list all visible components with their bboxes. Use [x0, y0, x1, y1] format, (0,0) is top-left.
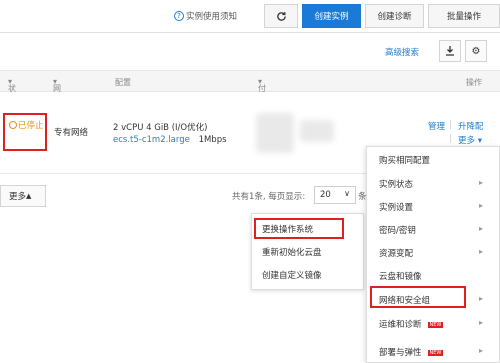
refresh-button[interactable] [264, 4, 298, 28]
export-button[interactable] [439, 40, 461, 62]
config-spec: 2 vCPU 4 GiB (I/O优化) [113, 123, 208, 133]
change-os-highlight [254, 218, 344, 239]
redacted-region [300, 120, 334, 142]
caret-down-icon: ▾ [475, 136, 482, 146]
submenu-item-create-image[interactable]: 创建自定义镜像 [262, 269, 322, 281]
download-icon [446, 46, 454, 56]
usage-guide-label: 实例使用须知 [186, 12, 238, 22]
question-circle-icon: ? [174, 11, 184, 21]
refresh-icon [276, 11, 286, 21]
column-header-config: 配置 [115, 78, 131, 87]
chevron-down-icon: ∨ [344, 189, 350, 198]
chevron-right-icon: ▸ [479, 318, 484, 327]
menu-item-buy-same[interactable]: 购买相同配置 [379, 154, 430, 166]
caret-up-icon: ▲ [26, 192, 32, 200]
batch-more-button[interactable]: 更多 ▲ [0, 185, 46, 207]
bandwidth-value: 1Mbps [198, 135, 227, 145]
menu-item-instance-status[interactable]: 实例状态 [379, 178, 413, 190]
advanced-search-link[interactable]: 高级搜索 [385, 46, 419, 58]
chevron-right-icon: ▸ [479, 224, 484, 233]
chevron-right-icon: ▸ [479, 247, 484, 256]
create-diagnosis-button[interactable]: 创建诊断 [365, 4, 424, 28]
network-security-highlight [370, 286, 466, 308]
new-badge: NEW [427, 350, 444, 356]
action-divider: | [449, 120, 452, 130]
stopped-status-icon [9, 121, 17, 129]
menu-item-instance-settings[interactable]: 实例设置 [379, 201, 413, 213]
pagination-summary: 共有1条, 每页显示: [232, 192, 306, 202]
column-header-status[interactable]: 状态 ▾ [8, 77, 16, 104]
settings-button[interactable]: ⚙ [465, 40, 487, 62]
new-badge: NEW [427, 322, 444, 328]
instance-type-link[interactable]: ecs.t5-c1m2.large [113, 135, 190, 145]
menu-item-deploy-elastic[interactable]: 部署与弹性 NEW [379, 346, 444, 358]
usage-guide-link[interactable]: ? 实例使用须知 [174, 8, 237, 24]
gear-icon: ⚙ [471, 45, 481, 57]
column-header-actions: 操作 [466, 78, 482, 87]
create-instance-button[interactable]: 创建实例 [302, 4, 361, 28]
upgrade-downgrade-link[interactable]: 升降配 [458, 120, 484, 132]
column-header-billing[interactable]: 付费方式 ▾ [258, 77, 266, 126]
table-header: 状态 ▾ 网络类型 ▾ 配置 付费方式 ▾ 操作 [0, 70, 500, 126]
more-actions-menu: 购买相同配置 实例状态 ▸ 实例设置 ▸ 密码/密钥 ▸ 资源变配 ▸ 云盘和镜… [366, 146, 500, 363]
menu-item-password-key[interactable]: 密码/密钥 [379, 224, 416, 236]
toolbar-divider [0, 32, 500, 33]
chevron-right-icon: ▸ [479, 294, 484, 303]
manage-link[interactable]: 管理 [428, 120, 445, 132]
status-highlight [3, 113, 47, 151]
menu-item-ops-diagnosis[interactable]: 运维和诊断 NEW [379, 318, 444, 330]
chevron-right-icon: ▸ [479, 201, 484, 210]
submenu-item-reinit-disk[interactable]: 重新初始化云盘 [262, 246, 322, 258]
status-label: 已停止 [18, 121, 44, 131]
redacted-region [256, 113, 294, 153]
network-type-cell: 专有网络 [54, 128, 89, 138]
status-badge: 已停止 [9, 120, 49, 132]
page-size-select[interactable]: 20 ∨ [314, 186, 356, 204]
menu-item-disk-image[interactable]: 云盘和镜像 [379, 270, 422, 282]
column-header-network[interactable]: 网络类型 ▾ [53, 77, 61, 126]
chevron-right-icon: ▸ [479, 346, 484, 355]
batch-operations-button[interactable]: 批量操作 [428, 4, 500, 28]
action-divider: | [449, 134, 452, 144]
menu-item-resource-change[interactable]: 资源变配 [379, 247, 413, 259]
chevron-right-icon: ▸ [479, 178, 484, 187]
more-actions-link[interactable]: 更多 ▾ [458, 134, 482, 146]
